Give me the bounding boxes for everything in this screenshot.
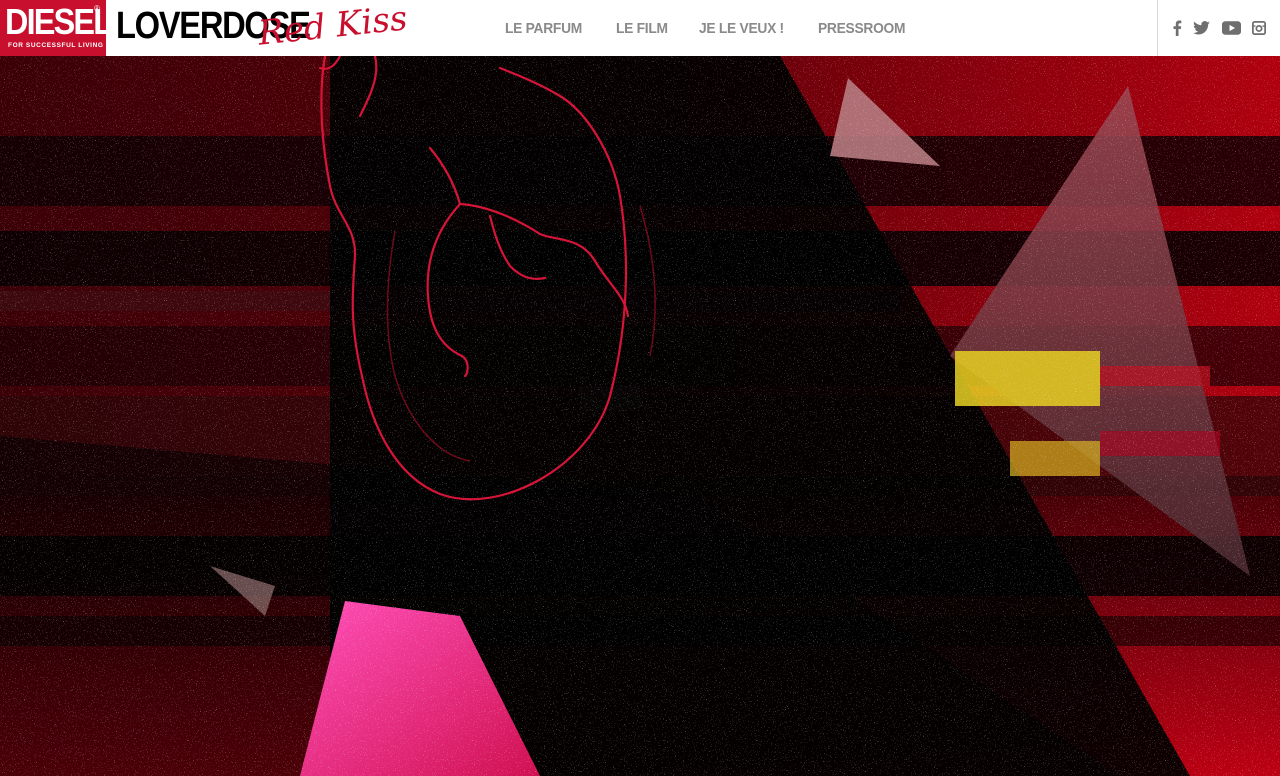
hero-video-frame[interactable] xyxy=(0,56,1280,776)
youtube-icon[interactable] xyxy=(1221,21,1241,35)
facebook-icon[interactable] xyxy=(1172,20,1182,36)
twitter-icon[interactable] xyxy=(1193,21,1211,35)
instagram-icon[interactable] xyxy=(1252,21,1267,35)
social-links xyxy=(1157,0,1280,56)
main-nav: LE PARFUM LE FILM JE LE VEUX ! PRESSROOM xyxy=(505,0,913,56)
diesel-tagline: FOR SUCCESSFUL LIVING xyxy=(8,42,104,49)
site-header: DIESEL ® FOR SUCCESSFUL LIVING LOVERDOSE… xyxy=(0,0,1280,56)
hero-visual xyxy=(0,56,1280,776)
nav-item-le-parfum[interactable]: LE PARFUM xyxy=(505,20,582,37)
diesel-logo[interactable]: DIESEL ® FOR SUCCESSFUL LIVING xyxy=(0,0,113,56)
nav-item-le-film[interactable]: LE FILM xyxy=(616,20,668,37)
nav-item-je-le-veux[interactable]: JE LE VEUX ! xyxy=(699,20,784,37)
registered-mark: ® xyxy=(94,4,100,13)
nav-item-pressroom[interactable]: PRESSROOM xyxy=(818,20,906,37)
